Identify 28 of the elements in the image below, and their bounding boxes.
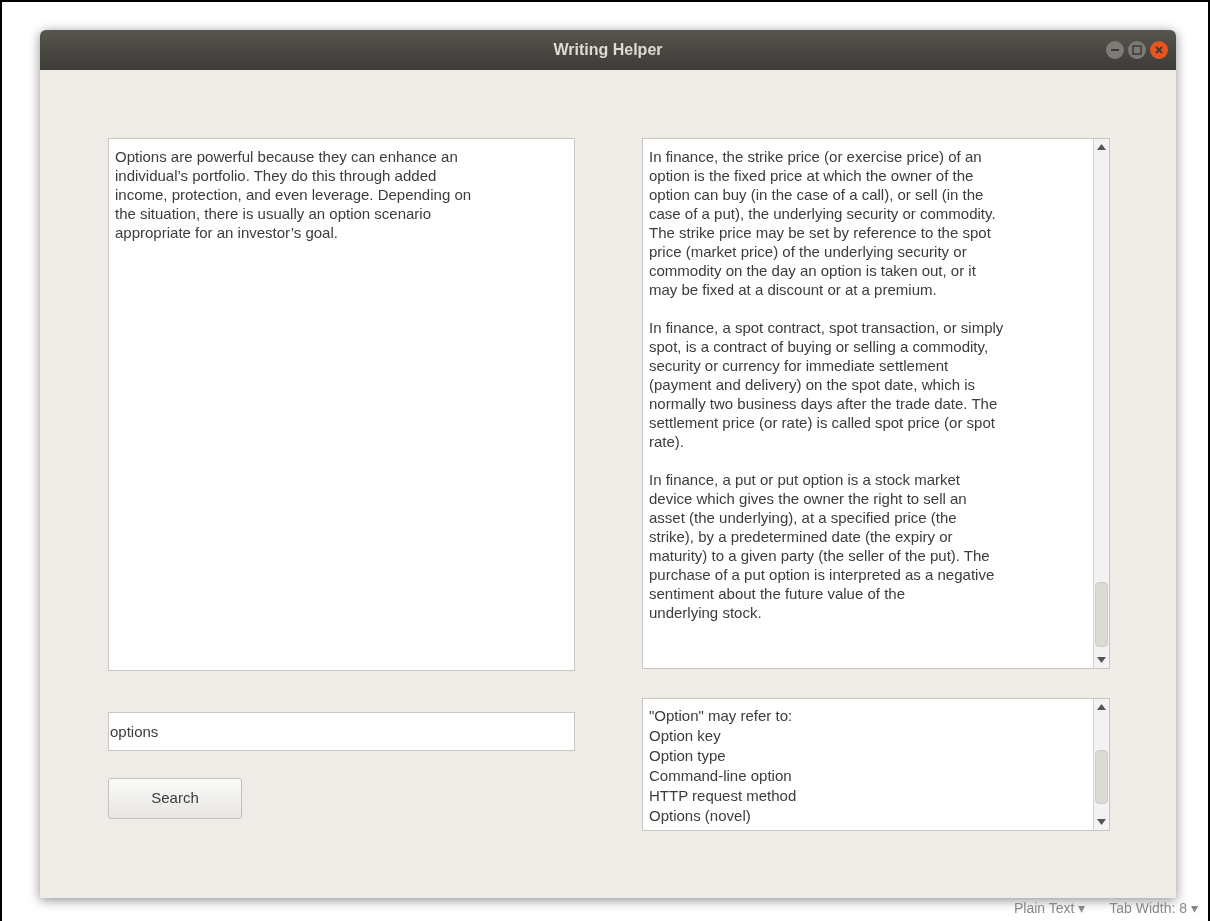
close-icon[interactable]: [1150, 41, 1168, 59]
status-dropdown[interactable]: Tab Width: 8 ▾: [1109, 898, 1198, 919]
search-field[interactable]: options: [108, 712, 575, 751]
maximize-icon[interactable]: [1128, 41, 1146, 59]
definition-text-area[interactable]: [642, 138, 1110, 669]
result-item[interactable]: "Option" may refer to:: [649, 706, 1087, 726]
result-item[interactable]: Option key: [649, 726, 1087, 746]
draft-text-area[interactable]: [108, 138, 575, 671]
scrollbar[interactable]: [1093, 139, 1109, 668]
draft-text: Options are powerful because they can enhance an individual’s portfolio. They do this through added income, protection, and even leverage. Depending on the situation, there is usually an option scenario appropriate for an investor’s goal.: [115, 147, 473, 242]
scroll-up-icon[interactable]: [1097, 144, 1106, 150]
scroll-down-icon[interactable]: [1097, 657, 1106, 663]
search-button[interactable]: Search: [108, 778, 242, 819]
minimize-icon[interactable]: [1106, 41, 1124, 59]
results-list[interactable]: "Option" may refer to: Option key Option type Command-line option HTTP request method Options (novel): [642, 698, 1110, 831]
scroll-down-icon[interactable]: [1097, 819, 1106, 825]
definition-paragraph: In finance, a put or put option is a stock market device which gives the owner the right to sell an asset (the underlying), at a specified price (the strike), by a predetermined date (the expiry or maturity) to a given party (the seller of the put). The purchase of a put option is interpreted as a negative sentiment about the future value of the underlying stock.: [649, 470, 996, 622]
definition-paragraph: In finance, a spot contract, spot transaction, or simply spot, is a contract of buying or selling a commodity, security or currency for immediate settlement (payment and delivery) on the spot date, which is normally two business days after the trade date. The settlement price (or rate) is called spot price (or spot rate).: [649, 318, 1005, 451]
scroll-up-icon[interactable]: [1097, 704, 1106, 710]
scrollbar-thumb[interactable]: [1095, 582, 1108, 647]
scrollbar[interactable]: [1093, 699, 1109, 830]
result-item[interactable]: HTTP request method: [649, 786, 1087, 806]
scrollbar-thumb[interactable]: [1095, 749, 1108, 805]
definition-paragraph: In finance, the strike price (or exercise price) of an option is the fixed price at which the owner of the option can buy (in the case of a call), or sell (in the case of a put), the underlying security or commodity. The strike price may be set by reference to the spot price (market price) of the underlying security or commodity on the day an option is taken out, or it may be fixed at a discount or at a premium.: [649, 147, 997, 299]
result-item[interactable]: Option type: [649, 746, 1087, 766]
window-title: Writing Helper: [553, 40, 663, 60]
result-item[interactable]: Options (novel): [649, 806, 1087, 826]
result-item[interactable]: Command-line option: [649, 766, 1087, 786]
